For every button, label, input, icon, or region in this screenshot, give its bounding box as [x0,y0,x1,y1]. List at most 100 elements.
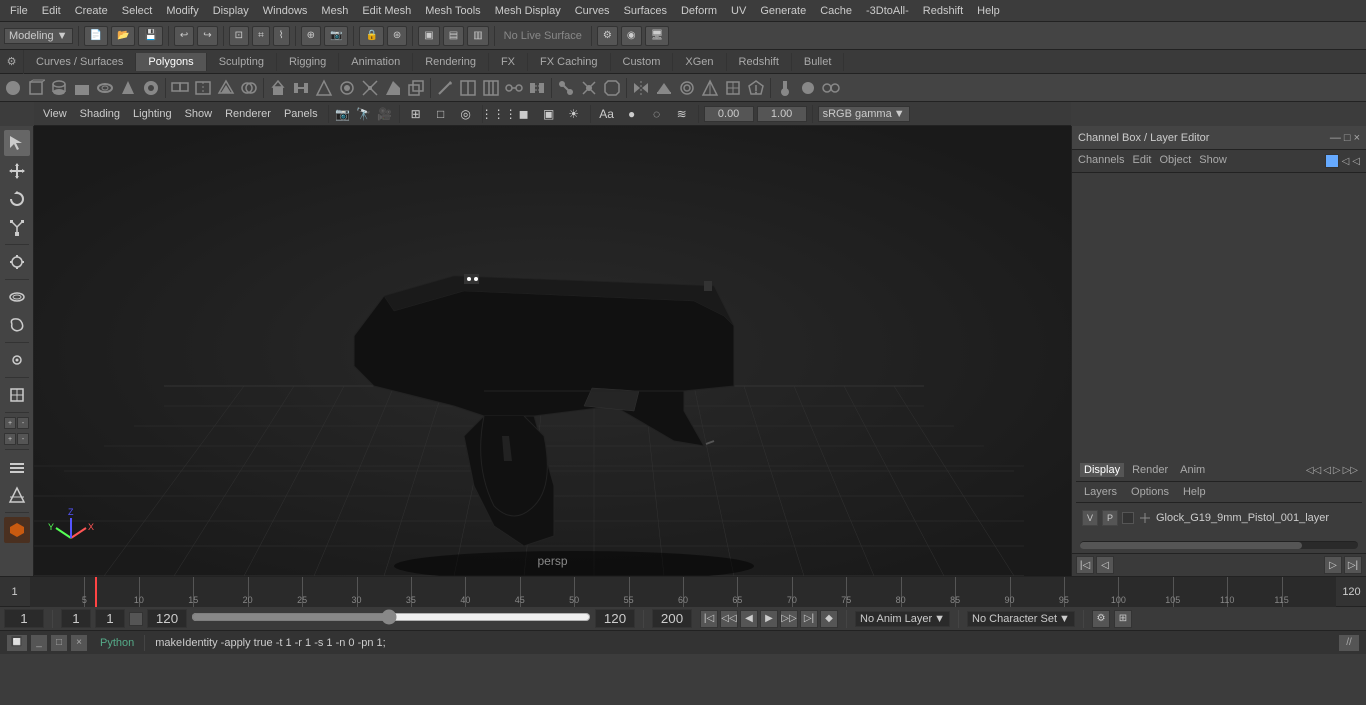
timeline-playhead[interactable] [95,577,97,607]
shade-light-btn[interactable]: ☀ [563,103,585,125]
menu-curves[interactable]: Curves [569,3,616,19]
cb-close-btn[interactable]: × [1354,132,1360,144]
cb-collapse-btn[interactable]: — [1330,132,1341,144]
anim-prefs-btn[interactable]: ⚙ [1092,610,1110,628]
detach-btn[interactable] [526,77,548,99]
colorspace-select[interactable]: sRGB gamma ▼ [818,106,910,122]
cb-nav-last[interactable]: ▷| [1344,556,1362,574]
pivot-btn[interactable]: ⊛ [387,26,407,46]
move-tool-btn[interactable] [4,158,30,184]
layer-nav-fwd[interactable]: ▷ [1333,465,1341,476]
append-btn[interactable] [313,77,335,99]
mode-selector[interactable]: Modeling ▼ [4,28,73,44]
cb-tab-show[interactable]: Show [1199,154,1227,168]
flip-btn[interactable] [653,77,675,99]
show-manipulator-btn[interactable] [4,382,30,408]
menu-edit[interactable]: Edit [36,3,67,19]
pb-step-fwd-btn[interactable]: ▷▷ [780,610,798,628]
merge-to-center-btn[interactable] [578,77,600,99]
layer-option-help[interactable]: Help [1179,485,1210,499]
workspace-gear[interactable]: ⚙ [0,50,24,74]
window-icon-btn[interactable]: 🔲 [6,634,28,652]
tab-curves-surfaces[interactable]: Curves / Surfaces [24,53,136,71]
render-ipr-btn[interactable]: ◉ [621,26,642,46]
cube-btn[interactable] [25,77,47,99]
wedge-btn[interactable] [382,77,404,99]
render-options-btn[interactable]: ⚙ [597,26,618,46]
view-grid-btn[interactable]: ⊞ [405,103,427,125]
paint-btn[interactable] [774,77,796,99]
mirror-btn[interactable] [630,77,652,99]
nudge-left-btn[interactable]: + [4,417,16,429]
lasso-select-btn[interactable] [4,312,30,338]
extract-btn[interactable] [215,77,237,99]
cb-nav-prev[interactable]: ◁ [1096,556,1114,574]
shading-menu[interactable]: Shading [75,107,125,121]
menu-uv[interactable]: UV [725,3,752,19]
pb-play-fwd-btn[interactable]: ▶ [760,610,778,628]
torus-btn[interactable] [94,77,116,99]
tab-custom[interactable]: Custom [611,53,674,71]
anim-start-field[interactable] [61,609,91,628]
layer-color-swatch[interactable] [1122,512,1134,524]
snap-curve-btn[interactable]: ⌇ [273,26,290,46]
cb-tab-object[interactable]: Object [1159,154,1191,168]
open-file-btn[interactable]: 📂 [111,26,135,46]
far-clip-field[interactable]: 1.00 [757,106,807,122]
nudge-down-btn[interactable]: - [17,433,29,445]
layer-nav-back[interactable]: ◁◁ [1306,465,1321,476]
tab-sculpting[interactable]: Sculpting [207,53,277,71]
viewport[interactable]: persp X Y Z [34,126,1071,576]
menu-modify[interactable]: Modify [160,3,204,19]
tab-fx[interactable]: FX [489,53,528,71]
pb-key-btn[interactable]: ◆ [820,610,838,628]
merge-btn[interactable] [555,77,577,99]
no-anim-layer-dropdown[interactable]: No Anim Layer ▼ [855,611,950,627]
cb-scrollbar[interactable] [1080,541,1358,549]
knife-btn[interactable] [434,77,456,99]
menu-surfaces[interactable]: Surfaces [618,3,673,19]
tab-fx-caching[interactable]: FX Caching [528,53,610,71]
cb-nav-next[interactable]: ▷ [1324,556,1342,574]
tab-polygons[interactable]: Polygons [136,53,206,71]
view-hud-btn[interactable]: □ [430,103,452,125]
shade-smooth-btn[interactable]: ◼ [513,103,535,125]
lighting-menu[interactable]: Lighting [128,107,177,121]
snap-to-btn[interactable]: 🔒 [359,26,383,46]
transfer-attr-btn[interactable] [820,77,842,99]
shade-wireframe-btn[interactable]: ⋮⋮⋮ [488,103,510,125]
anim-end-field[interactable] [595,609,635,628]
camera-tools-1[interactable]: 📷 [334,105,352,123]
menu-mesh-tools[interactable]: Mesh Tools [419,3,486,19]
menu-deform[interactable]: Deform [675,3,723,19]
menu-create[interactable]: Create [69,3,114,19]
cb-nav-arrow2[interactable]: ◁ [1352,156,1360,167]
connect-btn[interactable] [503,77,525,99]
toggle-aa-btn[interactable]: Aa [596,103,618,125]
vertex-color-btn[interactable] [797,77,819,99]
duplicate-face-btn[interactable] [405,77,427,99]
toggle-ao-btn[interactable]: ● [621,103,643,125]
pb-play-back-btn[interactable]: ◀ [740,610,758,628]
tab-bullet[interactable]: Bullet [792,53,845,71]
shade-texture-btn[interactable]: ▣ [538,103,560,125]
disc-btn[interactable] [140,77,162,99]
layer-visibility-btn[interactable]: V [1082,510,1098,526]
separate-btn[interactable] [192,77,214,99]
smooth-btn[interactable] [676,77,698,99]
nudge-right-btn[interactable]: - [17,417,29,429]
menu-select[interactable]: Select [116,3,159,19]
layer-tab-anim[interactable]: Anim [1176,463,1209,477]
scale-tool-btn[interactable] [4,214,30,240]
save-file-btn[interactable]: 💾 [138,26,162,46]
display-layers-btn[interactable] [4,454,30,480]
offset-edgeloop-btn[interactable] [480,77,502,99]
menu-cache[interactable]: Cache [814,3,858,19]
layer-tab-display[interactable]: Display [1080,463,1124,477]
cb-color-swatch[interactable] [1325,154,1339,168]
toggle-dof-btn[interactable]: ◌ [646,103,668,125]
bridge-btn[interactable] [290,77,312,99]
camera-tools-3[interactable]: 🎥 [376,105,394,123]
redo-btn[interactable]: ↪ [197,26,217,46]
close-btn[interactable]: × [70,634,88,652]
